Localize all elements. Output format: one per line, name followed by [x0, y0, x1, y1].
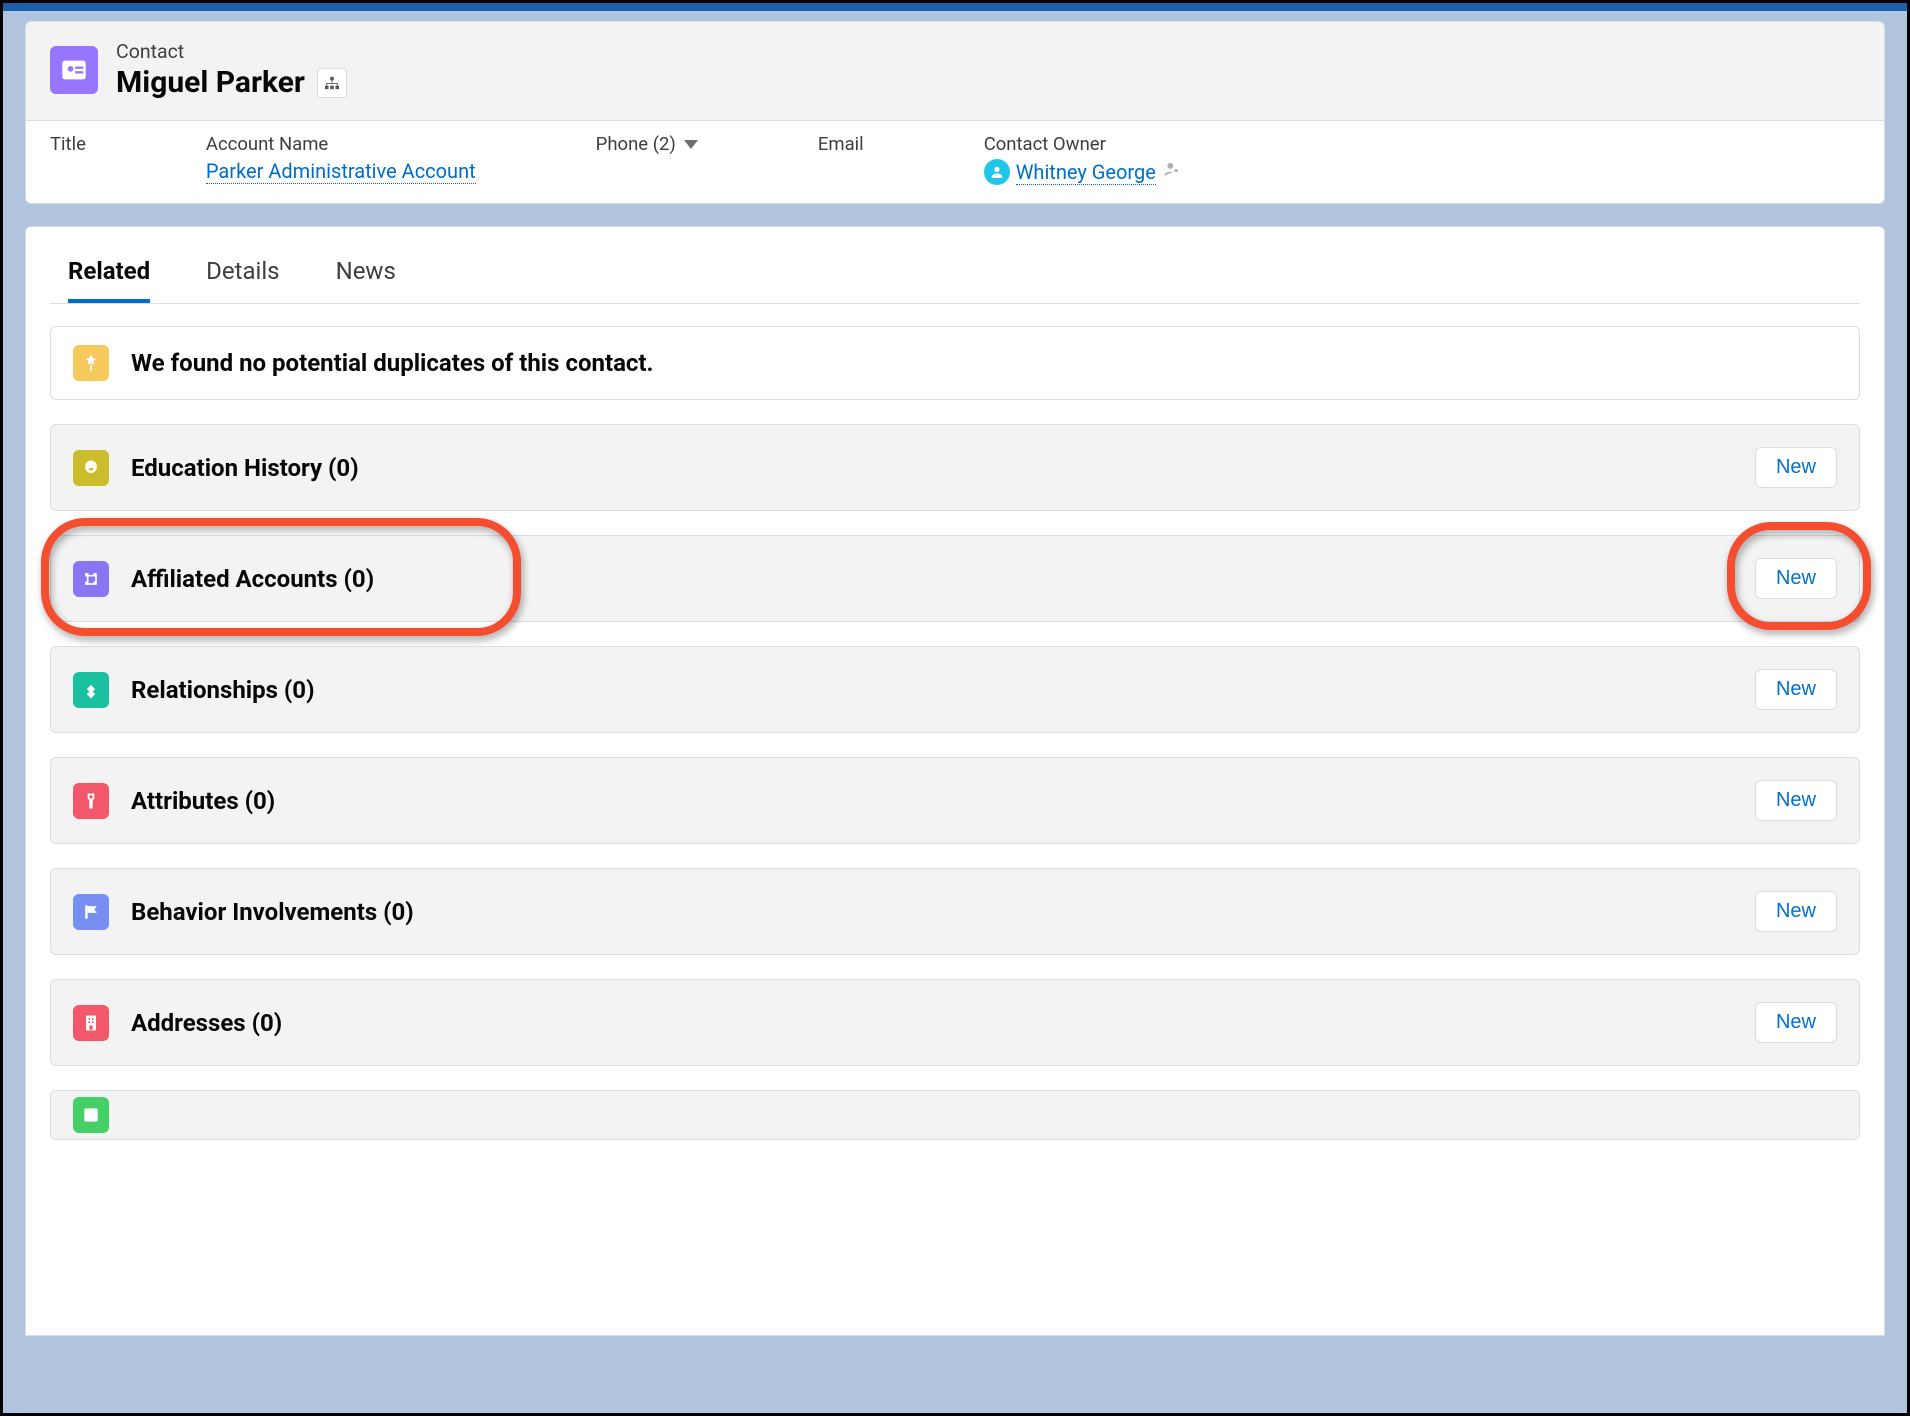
- hierarchy-button[interactable]: [317, 68, 347, 98]
- owner-avatar-icon: [984, 159, 1010, 185]
- title-field-label: Title: [50, 133, 86, 155]
- addresses-card: Addresses (0) New: [50, 979, 1860, 1066]
- relationships-new-button[interactable]: New: [1755, 669, 1837, 710]
- attributes-card: Attributes (0) New: [50, 757, 1860, 844]
- affiliated-accounts-icon: [73, 561, 109, 597]
- phone-dropdown-caret[interactable]: [684, 140, 698, 149]
- relationships-title[interactable]: Relationships (0): [131, 676, 315, 704]
- partial-card: [50, 1090, 1860, 1140]
- object-type-label: Contact: [116, 40, 347, 63]
- affiliated-accounts-card: Affiliated Accounts (0) New: [50, 535, 1860, 622]
- addresses-new-button[interactable]: New: [1755, 1002, 1837, 1043]
- partial-card-icon: [73, 1097, 109, 1133]
- attributes-title[interactable]: Attributes (0): [131, 787, 275, 815]
- affiliated-accounts-title[interactable]: Affiliated Accounts (0): [131, 565, 374, 593]
- education-history-title[interactable]: Education History (0): [131, 454, 359, 482]
- tab-details[interactable]: Details: [206, 257, 279, 303]
- main-content-card: Related Details News We found no potenti…: [25, 226, 1885, 1336]
- contact-owner-link[interactable]: Whitney George: [1016, 160, 1156, 185]
- behavior-involvements-title[interactable]: Behavior Involvements (0): [131, 898, 414, 926]
- tab-news[interactable]: News: [336, 257, 396, 303]
- duplicate-icon: [73, 345, 109, 381]
- education-history-new-button[interactable]: New: [1755, 447, 1837, 488]
- education-history-card: Education History (0) New: [50, 424, 1860, 511]
- email-label: Email: [818, 133, 864, 155]
- education-history-icon: [73, 450, 109, 486]
- addresses-title[interactable]: Addresses (0): [131, 1009, 282, 1037]
- duplicate-message: We found no potential duplicates of this…: [131, 349, 654, 377]
- relationships-card: Relationships (0) New: [50, 646, 1860, 733]
- attributes-new-button[interactable]: New: [1755, 780, 1837, 821]
- highlights-panel: Title Account Name Parker Administrative…: [26, 120, 1884, 203]
- contact-owner-label: Contact Owner: [984, 133, 1182, 155]
- account-name-link[interactable]: Parker Administrative Account: [206, 159, 476, 184]
- record-header-card: Contact Miguel Parker Title Account Name…: [25, 21, 1885, 204]
- contact-icon: [50, 46, 98, 94]
- addresses-icon: [73, 1005, 109, 1041]
- affiliated-accounts-new-button[interactable]: New: [1755, 558, 1837, 599]
- change-owner-icon[interactable]: [1162, 160, 1182, 185]
- attributes-icon: [73, 783, 109, 819]
- account-name-label: Account Name: [206, 133, 476, 155]
- behavior-involvements-new-button[interactable]: New: [1755, 891, 1837, 932]
- duplicate-notice-card: We found no potential duplicates of this…: [50, 326, 1860, 400]
- phone-label: Phone (2): [596, 133, 676, 155]
- tab-related[interactable]: Related: [68, 257, 150, 303]
- record-name: Miguel Parker: [116, 65, 305, 100]
- behavior-involvements-card: Behavior Involvements (0) New: [50, 868, 1860, 955]
- tabs-bar: Related Details News: [50, 227, 1860, 304]
- relationships-icon: [73, 672, 109, 708]
- behavior-involvements-icon: [73, 894, 109, 930]
